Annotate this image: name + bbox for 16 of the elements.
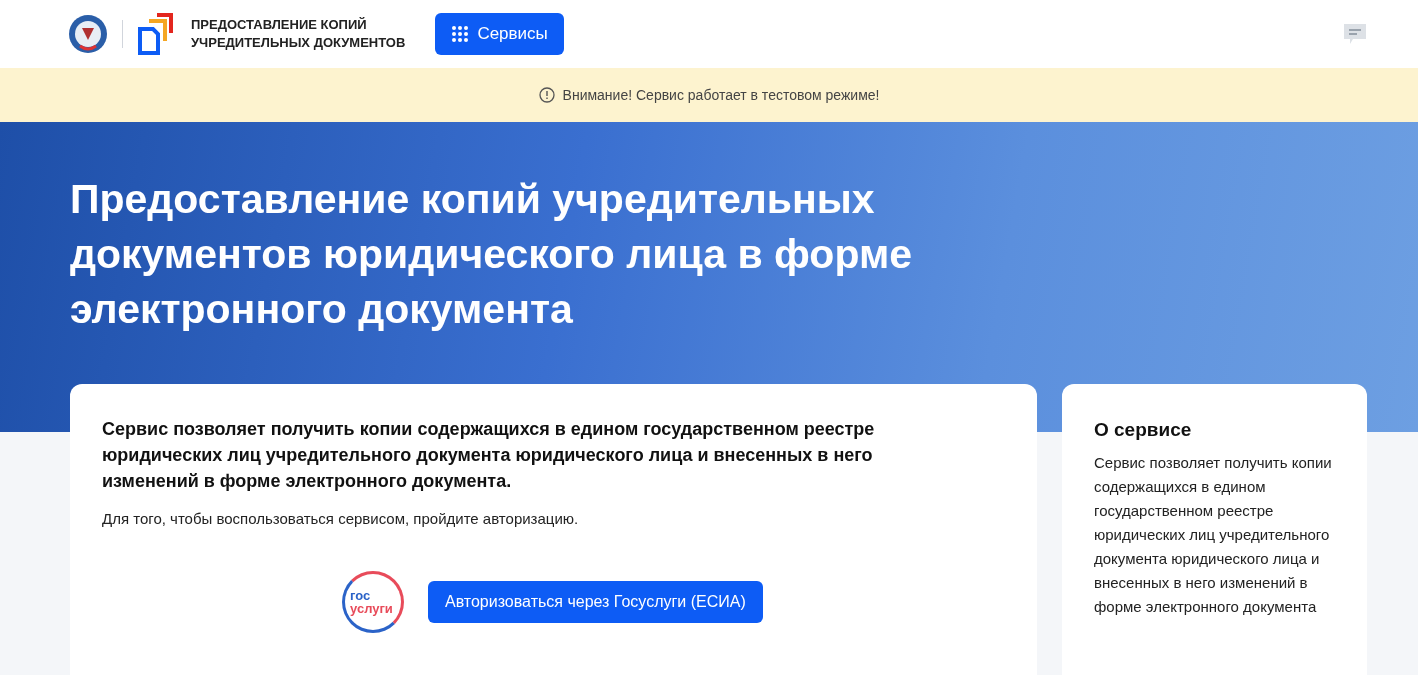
site-title-line: ПРЕДОСТАВЛЕНИЕ КОПИЙ bbox=[191, 16, 368, 34]
side-text: Сервис позволяет получить копии содержащихся в едином государственном реестре юридических лиц учредительного документа юридического лица и внесенных в него изменений в форме электронного документа bbox=[1094, 452, 1333, 617]
services-button[interactable]: Сервисы bbox=[435, 13, 564, 55]
alert-icon bbox=[538, 87, 555, 103]
side-title: О сервисе bbox=[1094, 418, 1193, 442]
site-title-line: УЧРЕДИТЕЛЬНЫХ ДОКУМЕНТОВ bbox=[191, 34, 406, 52]
auth-button[interactable]: Авторизоваться через Госуслуги (ЕСИА) bbox=[428, 580, 763, 623]
notice-text: Внимание! Сервис работает в тестовом режиме! bbox=[562, 85, 880, 105]
gosuslugi-logo: гос услуги bbox=[342, 570, 404, 633]
emblem-icon bbox=[68, 14, 108, 54]
hint-text: Для того, чтобы воспользоваться сервисом, пройдите авторизацию. bbox=[102, 509, 580, 529]
lead-text: Сервис позволяет получить копии содержащихся в едином государственном реестре юридических лиц учредительного документа юридического лица и внесенных в него изменений в форме электронного документа. bbox=[102, 418, 876, 493]
documents-logo-icon bbox=[137, 13, 175, 55]
chat-icon[interactable] bbox=[1342, 22, 1368, 46]
grid-icon bbox=[451, 25, 470, 43]
hero-title: Предоставление копий учредительных документов юридического лица в форме электронного документа bbox=[70, 175, 914, 334]
